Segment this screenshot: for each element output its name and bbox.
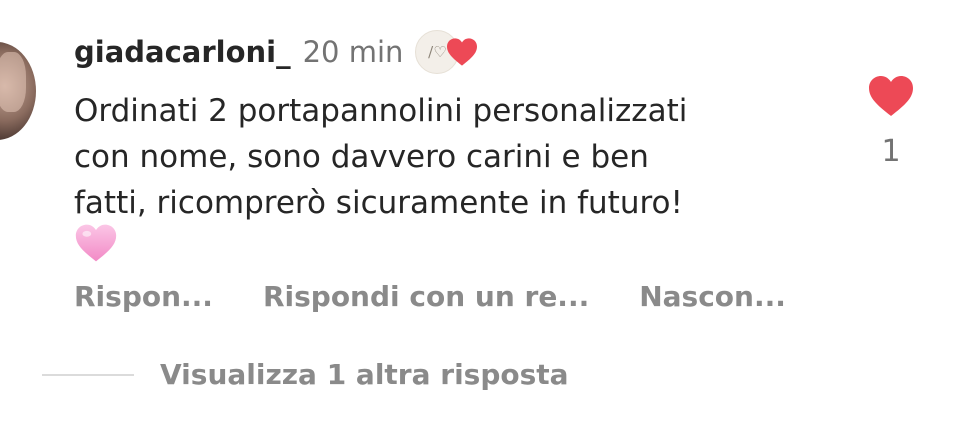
- creator-heart-icon: [447, 38, 478, 66]
- like-count: 1: [881, 134, 901, 169]
- comment-header: giadacarloni_ 20 min /♡: [74, 30, 479, 74]
- view-more-replies-button[interactable]: Visualizza 1 altra risposta: [160, 358, 569, 391]
- comment: giadacarloni_ 20 min /♡ Ordinati 2 porta…: [0, 0, 970, 428]
- like-heart-icon[interactable]: [866, 74, 916, 118]
- replies-divider: [42, 373, 134, 376]
- avatar[interactable]: [0, 42, 36, 140]
- comment-time: 20 min: [302, 35, 404, 69]
- view-replies: Visualizza 1 altra risposta: [42, 358, 569, 391]
- comment-actions: Rispon... Rispondi con un re... Nascon..…: [74, 280, 836, 313]
- username[interactable]: giadacarloni_: [74, 35, 291, 69]
- hide-button[interactable]: Nascon...: [639, 280, 786, 313]
- reply-button[interactable]: Rispon...: [74, 280, 213, 313]
- pink-heart-emoji: [75, 224, 117, 262]
- reply-with-reel-button[interactable]: Rispondi con un re...: [263, 280, 589, 313]
- creator-liked-badge: /♡: [415, 30, 479, 74]
- comment-text: Ordinati 2 portapannolini personalizzati…: [74, 93, 688, 221]
